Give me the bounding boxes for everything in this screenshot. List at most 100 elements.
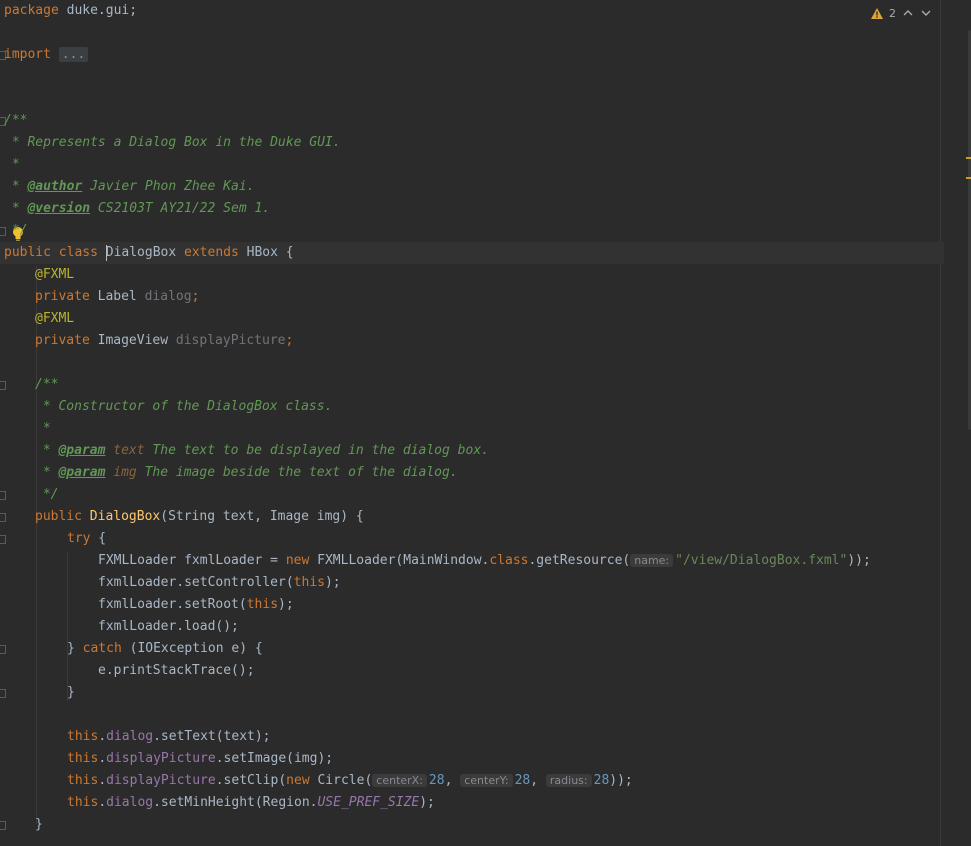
- brace: }: [67, 641, 83, 656]
- loader-declaration: FXMLLoader fxmlLoader =: [98, 553, 286, 568]
- this-keyword: this: [67, 751, 99, 766]
- code-line[interactable]: * Constructor of the DialogBox class.: [0, 396, 971, 418]
- code-line[interactable]: */: [0, 484, 971, 506]
- import-keyword: import: [4, 47, 51, 62]
- call-close: ));: [609, 773, 633, 788]
- version-value: CS2103T AY21/22 Sem 1.: [90, 201, 271, 216]
- code-line[interactable]: @FXML: [0, 308, 971, 330]
- parameter-hint: centerX:: [372, 774, 427, 787]
- parameter-hint: centerY:: [460, 774, 513, 787]
- field-name: displayPicture: [175, 333, 286, 348]
- code-line[interactable]: */: [0, 220, 944, 242]
- dot: .: [98, 795, 107, 810]
- code-line[interactable]: }: [0, 814, 971, 836]
- superclass-name: HBox {: [246, 245, 294, 260]
- code-line[interactable]: * Represents a Dialog Box in the Duke GU…: [0, 132, 944, 154]
- class-name: DialogBox: [105, 245, 177, 260]
- doc-open: /**: [35, 377, 59, 392]
- code-line[interactable]: * @version CS2103T AY21/22 Sem 1.: [0, 198, 944, 220]
- fxml-annotation: @FXML: [35, 311, 75, 326]
- new-keyword: new: [286, 773, 310, 788]
- code-line[interactable]: package duke.gui;: [0, 0, 944, 22]
- doc-star: *: [35, 465, 59, 480]
- comma: ,: [530, 773, 546, 788]
- number-literal: 28: [593, 773, 610, 788]
- new-keyword: new: [285, 553, 310, 568]
- method-call: fxmlLoader.load();: [98, 619, 239, 634]
- code-line[interactable]: private ImageView displayPicture;: [0, 330, 971, 352]
- code-line[interactable]: try {: [0, 528, 971, 550]
- code-line[interactable]: /**: [0, 374, 971, 396]
- code-line-current[interactable]: public class DialogBox extends HBox {: [0, 242, 944, 264]
- code-line[interactable]: *: [0, 154, 944, 176]
- static-constant: USE_PREF_SIZE: [317, 795, 420, 810]
- call-close: );: [324, 575, 341, 590]
- code-line[interactable]: import ...: [0, 44, 944, 66]
- param-description: The image beside the text of the dialog.: [136, 465, 458, 480]
- code-line[interactable]: * @author Javier Phon Zhee Kai.: [0, 176, 944, 198]
- number-literal: 28: [514, 773, 531, 788]
- field-name: dialog: [144, 289, 192, 304]
- param-name: img: [105, 465, 137, 480]
- class-keyword: class: [489, 553, 529, 568]
- extends-keyword: extends: [176, 245, 247, 260]
- folded-imports[interactable]: ...: [58, 47, 89, 62]
- semicolon: ;: [285, 333, 294, 348]
- code-line[interactable]: private Label dialog;: [0, 286, 971, 308]
- code-line[interactable]: this.dialog.setText(text);: [0, 726, 971, 748]
- doc-close: */: [35, 487, 59, 502]
- code-line[interactable]: this.displayPicture.setImage(img);: [0, 748, 971, 770]
- constructor-params: (String text, Image img) {: [160, 509, 364, 524]
- loader-constructor: FXMLLoader(MainWindow.: [309, 553, 490, 568]
- doc-star: *: [4, 157, 20, 172]
- get-resource-call: .getResource(: [528, 553, 631, 568]
- call-close: );: [419, 795, 435, 810]
- this-keyword: this: [67, 729, 99, 744]
- package-name: duke.gui;: [58, 3, 138, 18]
- code-line[interactable]: * @param text The text to be displayed i…: [0, 440, 971, 462]
- method-call: fxmlLoader.setRoot(: [98, 597, 247, 612]
- fxml-annotation: @FXML: [35, 267, 75, 282]
- catch-args: (IOException e) {: [121, 641, 263, 656]
- warning-stripe-mark[interactable]: [966, 177, 971, 179]
- dot: .: [98, 729, 107, 744]
- code-line[interactable]: FXMLLoader fxmlLoader = new FXMLLoader(M…: [0, 550, 971, 572]
- code-line[interactable]: * @param img The image beside the text o…: [0, 462, 971, 484]
- code-line[interactable]: @FXML: [0, 264, 971, 286]
- type-name: Label: [97, 289, 145, 304]
- parameter-hint: name:: [630, 554, 674, 567]
- warning-stripe-mark[interactable]: [966, 157, 971, 159]
- code-line[interactable]: this.dialog.setMinHeight(Region.USE_PREF…: [0, 792, 971, 814]
- try-keyword: try: [67, 531, 91, 546]
- class-keyword: public class: [4, 245, 106, 260]
- code-line[interactable]: fxmlLoader.setController(this);: [0, 572, 971, 594]
- code-line[interactable]: /**: [0, 110, 944, 132]
- code-editor[interactable]: 2 package duke.gui; import ... /** * Rep…: [0, 0, 971, 846]
- private-keyword: private: [35, 333, 98, 348]
- author-tag: @author: [27, 179, 83, 194]
- code-line[interactable]: *: [0, 418, 971, 440]
- call-close: ));: [847, 553, 871, 568]
- code-line[interactable]: fxmlLoader.load();: [0, 616, 971, 638]
- type-name: ImageView: [97, 333, 176, 348]
- param-name: text: [105, 443, 145, 458]
- code-line[interactable]: public DialogBox(String text, Image img)…: [0, 506, 971, 528]
- method-call: .setImage(img);: [215, 751, 334, 766]
- code-line[interactable]: fxmlLoader.setRoot(this);: [0, 594, 971, 616]
- brace: }: [35, 817, 43, 832]
- private-keyword: private: [35, 289, 98, 304]
- catch-keyword: catch: [82, 641, 122, 656]
- code-line[interactable]: } catch (IOException e) {: [0, 638, 971, 660]
- dot: .: [98, 751, 107, 766]
- number-literal: 28: [428, 773, 445, 788]
- doc-star: *: [35, 443, 59, 458]
- method-call: .setMinHeight(Region.: [153, 795, 318, 810]
- method-call: fxmlLoader.setController(: [98, 575, 294, 590]
- doc-description: * Represents a Dialog Box in the Duke GU…: [4, 135, 341, 150]
- code-line[interactable]: this.displayPicture.setClip(new Circle(c…: [0, 770, 971, 792]
- code-line[interactable]: e.printStackTrace();: [0, 660, 971, 682]
- doc-star: *: [4, 179, 28, 194]
- method-call: .setText(text);: [153, 729, 271, 744]
- package-keyword: package: [4, 3, 59, 18]
- code-line[interactable]: }: [0, 682, 971, 704]
